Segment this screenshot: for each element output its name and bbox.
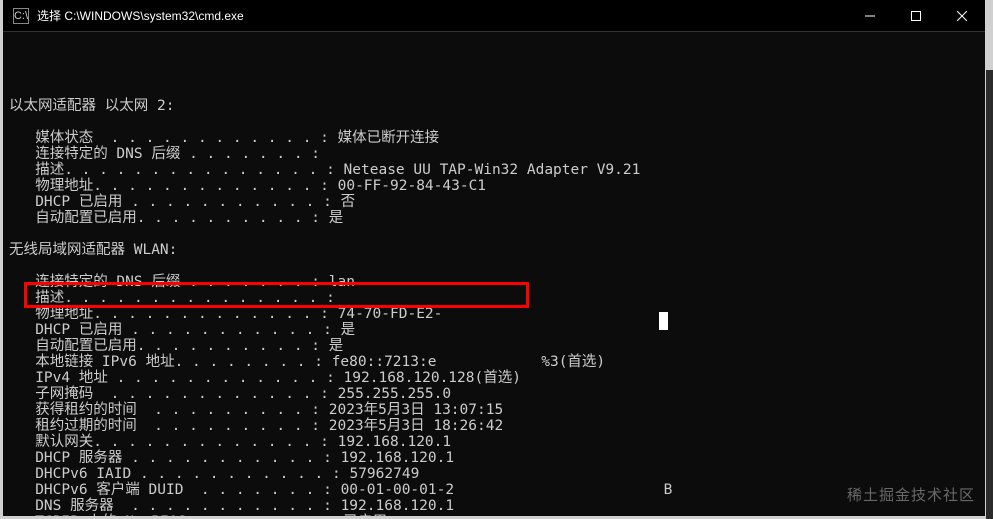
close-button[interactable] (939, 0, 985, 32)
terminal-line: 连接特定的 DNS 后缀 . . . . . . . : lan (3, 274, 985, 290)
close-icon (957, 11, 967, 21)
minimize-button[interactable] (847, 0, 893, 32)
minimize-icon (865, 11, 875, 21)
terminal-line: 无线局域网适配器 WLAN: (3, 242, 985, 258)
terminal-line: 租约过期的时间 . . . . . . . . . : 2023年5月3日 18… (3, 418, 985, 434)
terminal-line: IPv4 地址 . . . . . . . . . . . . : 192.16… (3, 370, 985, 386)
terminal-output[interactable]: 以太网适配器 以太网 2: 媒体状态 . . . . . . . . . . .… (3, 32, 985, 516)
terminal-line: DHCPv6 客户端 DUID . . . . . . . : 00-01-00… (3, 482, 985, 498)
terminal-line: DNS 服务器 . . . . . . . . . . . : 192.168.… (3, 498, 985, 514)
background-side-strip (986, 70, 993, 519)
terminal-line: 描述. . . . . . . . . . . . . . . : Neteas… (3, 162, 985, 178)
terminal-line (3, 226, 985, 242)
selection-cursor (659, 312, 668, 330)
terminal-line: 自动配置已启用. . . . . . . . . . : 是 (3, 210, 985, 226)
terminal-line: DHCP 已启用 . . . . . . . . . . . : 否 (3, 194, 985, 210)
terminal-line (3, 258, 985, 274)
titlebar[interactable]: C:\ 选择 C:\WINDOWS\system32\cmd.exe (3, 0, 985, 32)
maximize-button[interactable] (893, 0, 939, 32)
terminal-line: 以太网适配器 以太网 2: (3, 98, 985, 114)
cmd-icon: C:\ (13, 8, 29, 24)
terminal-line: 获得租约的时间 . . . . . . . . . : 2023年5月3日 13… (3, 402, 985, 418)
terminal-line: 物理地址. . . . . . . . . . . . . : 00-FF-92… (3, 178, 985, 194)
terminal-line: 自动配置已启用. . . . . . . . . . : 是 (3, 338, 985, 354)
terminal-line: DHCPv6 IAID . . . . . . . . . . . : 5796… (3, 466, 985, 482)
terminal-line: 子网掩码 . . . . . . . . . . . . : 255.255.2… (3, 386, 985, 402)
terminal-line: 本地链接 IPv6 地址. . . . . . . . : fe80::7213… (3, 354, 985, 370)
terminal-line (3, 82, 985, 98)
terminal-line (3, 114, 985, 130)
terminal-line: DHCP 服务器 . . . . . . . . . . . : 192.168… (3, 450, 985, 466)
terminal-line: 默认网关. . . . . . . . . . . . . : 192.168.… (3, 434, 985, 450)
terminal-line: 连接特定的 DNS 后缀 . . . . . . . : (3, 146, 985, 162)
cmd-window: C:\ 选择 C:\WINDOWS\system32\cmd.exe 以太网适配… (3, 0, 985, 516)
window-title: 选择 C:\WINDOWS\system32\cmd.exe (37, 7, 244, 24)
maximize-icon (911, 11, 921, 21)
terminal-line: 媒体状态 . . . . . . . . . . . . : 媒体已断开连接 (3, 130, 985, 146)
terminal-line: 描述. . . . . . . . . . . . . . . : Intel(… (3, 290, 985, 306)
terminal-line: 物理地址. . . . . . . . . . . . . : 74-70-FD… (3, 306, 985, 322)
terminal-line: TCPIP 上的 NetBIOS . . . . . . . : 已启用 (3, 514, 985, 516)
terminal-line: DHCP 已启用 . . . . . . . . . . . : 是 (3, 322, 985, 338)
